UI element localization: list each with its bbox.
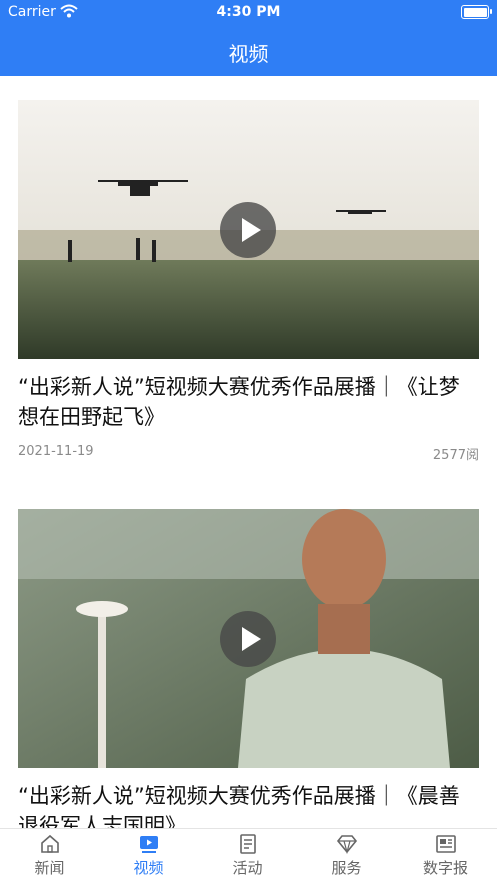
video-card[interactable]: “出彩新人说”短视频大赛优秀作品展播｜《晨善退役军人志国明》: [18, 509, 479, 828]
video-thumbnail[interactable]: [18, 100, 479, 359]
view-count: 2577阅: [432, 448, 479, 463]
diamond-icon: [336, 833, 358, 855]
play-button[interactable]: [220, 611, 276, 667]
tab-label: 活动: [232, 859, 263, 877]
video-feed[interactable]: “出彩新人说”短视频大赛优秀作品展播｜《让梦想在田野起飞》 2021-11-19…: [0, 76, 497, 828]
tab-label: 视频: [133, 859, 164, 877]
video-card[interactable]: “出彩新人说”短视频大赛优秀作品展播｜《让梦想在田野起飞》 2021-11-19…: [18, 100, 479, 464]
play-button[interactable]: [220, 202, 276, 258]
tab-service[interactable]: 服务: [297, 829, 396, 883]
tab-activity[interactable]: 活动: [198, 829, 297, 883]
video-title[interactable]: “出彩新人说”短视频大赛优秀作品展播｜《晨善退役军人志国明》: [18, 781, 479, 828]
tab-label: 服务: [331, 859, 362, 877]
video-date: 2021-11-19: [18, 444, 94, 459]
video-title[interactable]: “出彩新人说”短视频大赛优秀作品展播｜《让梦想在田野起飞》: [18, 372, 479, 432]
tab-video[interactable]: 视频: [99, 829, 198, 883]
page-title: 视频: [228, 42, 269, 66]
nav-bar: 视频: [0, 26, 497, 76]
status-bar: Carrier 4:30 PM: [0, 0, 497, 26]
tab-label: 新闻: [34, 859, 65, 877]
status-time: 4:30 PM: [216, 4, 281, 20]
newspaper-icon: [435, 833, 457, 855]
document-icon: [237, 833, 259, 855]
battery-icon: [461, 5, 492, 19]
video-meta: 2021-11-19 2577阅: [18, 444, 479, 464]
video-thumbnail[interactable]: [18, 509, 479, 768]
home-icon: [39, 833, 61, 855]
tab-news[interactable]: 新闻: [0, 829, 99, 883]
tab-bar: 新闻 视频 活动 服务 数字报: [0, 828, 497, 883]
video-icon: [138, 833, 160, 855]
tab-label: 数字报: [422, 859, 468, 877]
tab-digital-paper[interactable]: 数字报: [396, 829, 495, 883]
